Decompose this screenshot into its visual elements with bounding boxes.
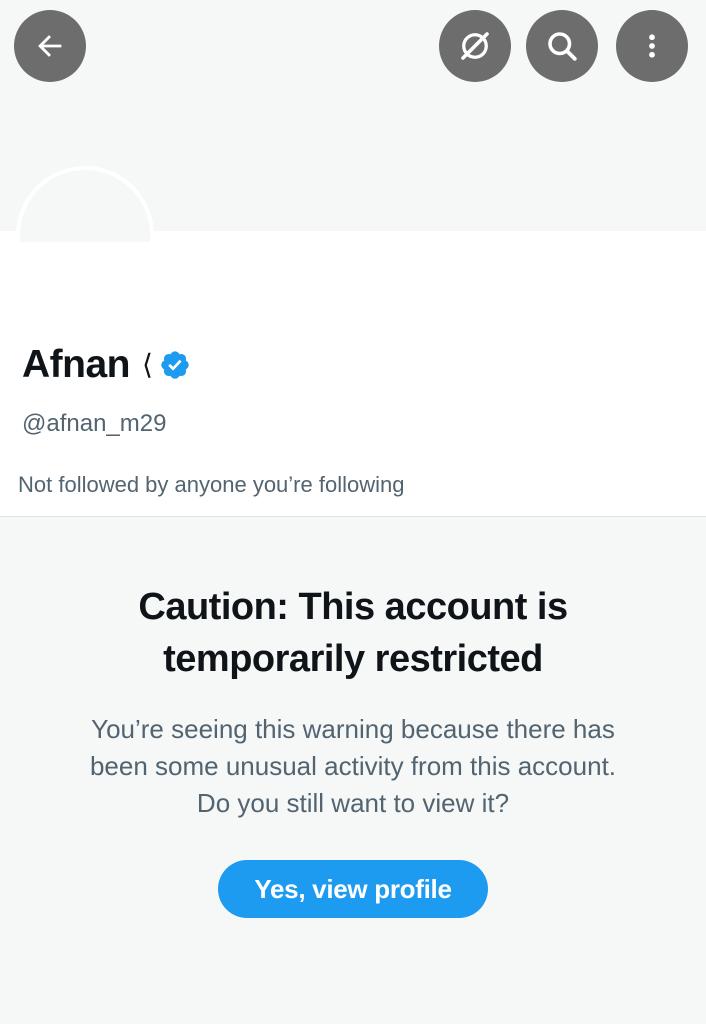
warning-title-line-1: Caution: This account is: [138, 586, 568, 628]
profile-handle: @afnan_m29: [22, 410, 167, 437]
warning-body: You’re seeing this warning because there…: [40, 711, 666, 822]
followed-by-text: Not followed by anyone you’re following: [18, 472, 405, 497]
grok-icon: [461, 32, 489, 60]
grok-button[interactable]: [439, 10, 511, 82]
warning-body-line-2: been some unusual activity from this acc…: [89, 751, 617, 781]
name-glyph: ⟨: [142, 349, 153, 380]
more-button[interactable]: [616, 10, 688, 82]
verified-badge-icon[interactable]: [159, 349, 191, 381]
search-icon: [548, 32, 577, 61]
warning-body-line-1: You’re seeing this warning because there…: [91, 714, 615, 744]
restriction-warning: Caution: This account is temporarily res…: [0, 517, 706, 1024]
profile-name-row: Afnan ⟨: [22, 340, 191, 390]
display-name: Afnan: [22, 343, 131, 386]
more-vertical-icon: [649, 34, 655, 58]
warning-body-line-3: Do you still want to view it?: [196, 788, 510, 818]
back-button[interactable]: [14, 10, 86, 82]
arrow-left-icon: [38, 35, 62, 57]
warning-title: Caution: This account is temporarily res…: [40, 581, 666, 685]
view-profile-button[interactable]: Yes, view profile: [218, 860, 488, 918]
warning-title-line-2: temporarily restricted: [163, 638, 543, 680]
search-button[interactable]: [526, 10, 598, 82]
